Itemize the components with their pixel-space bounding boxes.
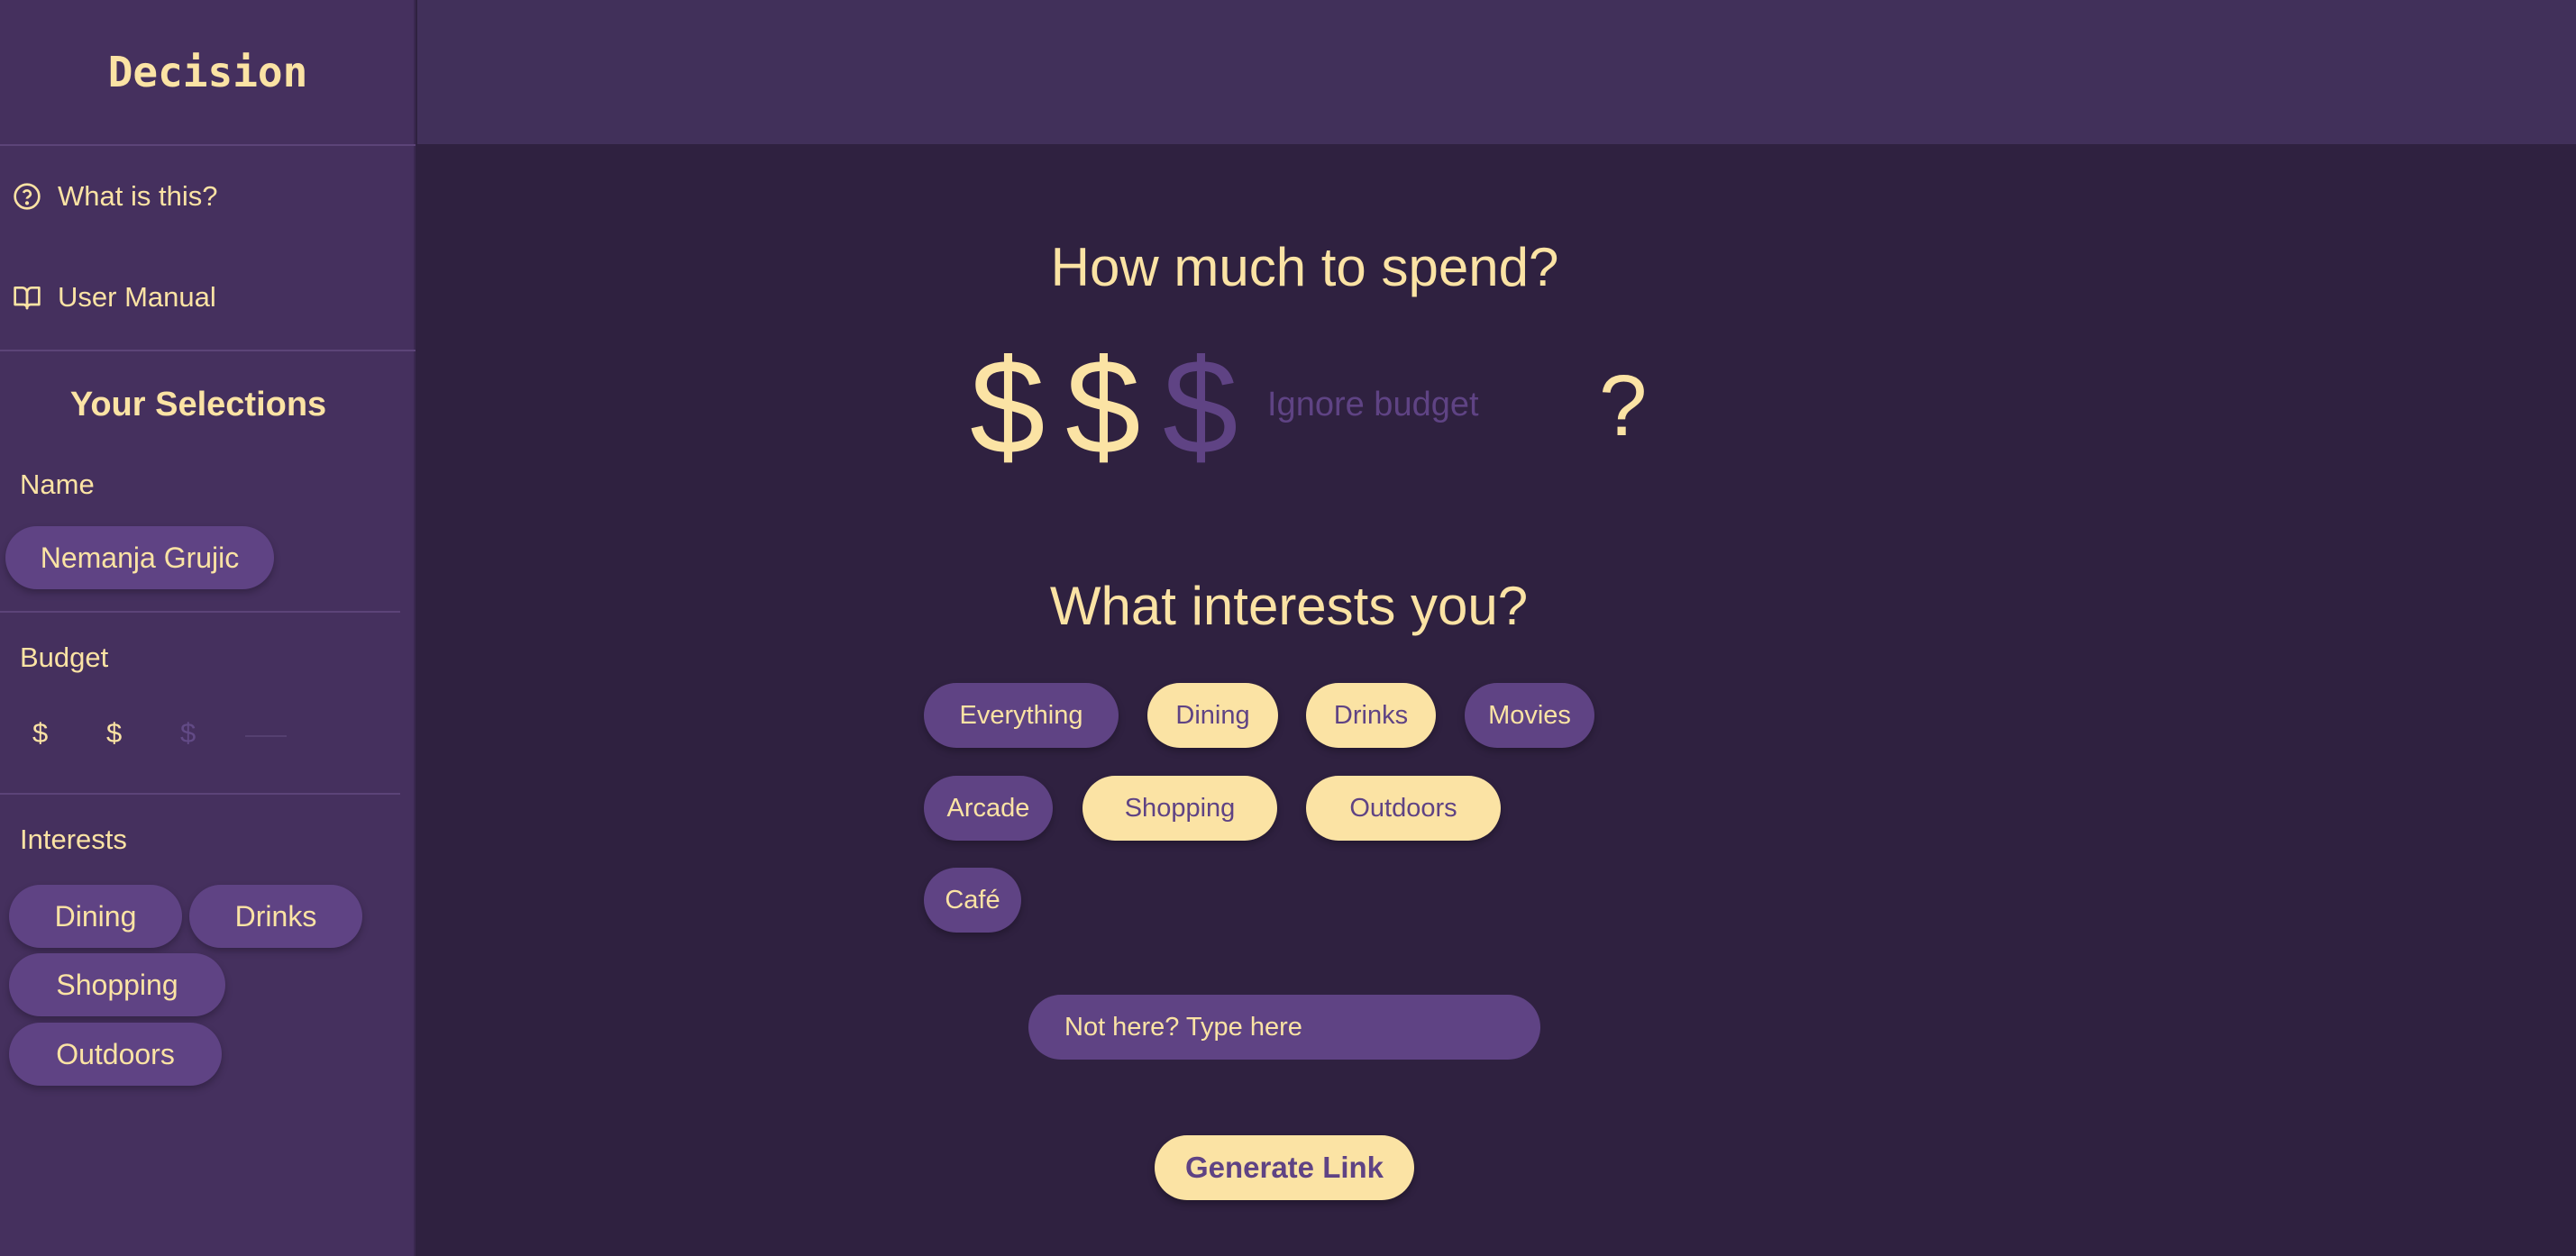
- selections-title: Your Selections: [69, 386, 327, 423]
- interest-option-cafe[interactable]: Café: [924, 868, 1021, 933]
- nav-what-is-this[interactable]: What is this?: [13, 180, 217, 213]
- interest-chip-shopping[interactable]: Shopping: [9, 953, 225, 1016]
- budget-dollar-3: $: [180, 717, 196, 749]
- interests-heading: What interests you?: [1049, 576, 1529, 636]
- nav-user-manual-label: User Manual: [58, 281, 216, 313]
- sidebar: Decision What is this? User Manual Your …: [0, 0, 416, 1256]
- custom-interest-input[interactable]: [1028, 995, 1540, 1060]
- budget-label: Budget: [20, 642, 109, 673]
- divider: [0, 350, 416, 351]
- app-logo[interactable]: Decision: [0, 0, 416, 146]
- nav-user-manual[interactable]: User Manual: [13, 281, 216, 314]
- name-label: Name: [20, 469, 95, 500]
- interest-option-dining[interactable]: Dining: [1147, 683, 1278, 748]
- app-root: Decision What is this? User Manual Your …: [0, 0, 2576, 1256]
- top-bar: [417, 0, 2576, 144]
- interest-option-everything[interactable]: Everything: [924, 683, 1119, 748]
- budget-help-icon[interactable]: ?: [1599, 357, 1647, 456]
- interest-option-shopping[interactable]: Shopping: [1082, 776, 1277, 841]
- budget-dollar-2: $: [106, 717, 123, 749]
- interest-option-arcade[interactable]: Arcade: [924, 776, 1053, 841]
- divider: [0, 611, 400, 613]
- book-icon: [14, 287, 41, 310]
- divider: [0, 793, 400, 795]
- interest-option-drinks[interactable]: Drinks: [1306, 683, 1436, 748]
- help-circle-icon: [14, 183, 41, 210]
- interests-label: Interests: [20, 824, 127, 855]
- ignore-budget-toggle[interactable]: Ignore budget: [1267, 386, 1479, 424]
- nav-what-is-this-label: What is this?: [58, 180, 218, 212]
- generate-link-button[interactable]: Generate Link: [1155, 1135, 1414, 1200]
- interest-chip-dining[interactable]: Dining: [9, 885, 182, 948]
- budget-dollar-1: $: [32, 717, 49, 749]
- budget-option-3[interactable]: $: [1163, 330, 1238, 483]
- interest-option-outdoors[interactable]: Outdoors: [1306, 776, 1501, 841]
- budget-option-2[interactable]: $: [1065, 330, 1140, 483]
- budget-ignore-placeholder: [245, 735, 287, 737]
- spend-heading: How much to spend?: [1050, 237, 1559, 297]
- name-chip[interactable]: Nemanja Grujic: [5, 526, 274, 589]
- interest-option-movies[interactable]: Movies: [1465, 683, 1594, 748]
- budget-option-1[interactable]: $: [970, 330, 1045, 483]
- interest-chip-outdoors[interactable]: Outdoors: [9, 1023, 222, 1086]
- interest-chip-drinks[interactable]: Drinks: [189, 885, 362, 948]
